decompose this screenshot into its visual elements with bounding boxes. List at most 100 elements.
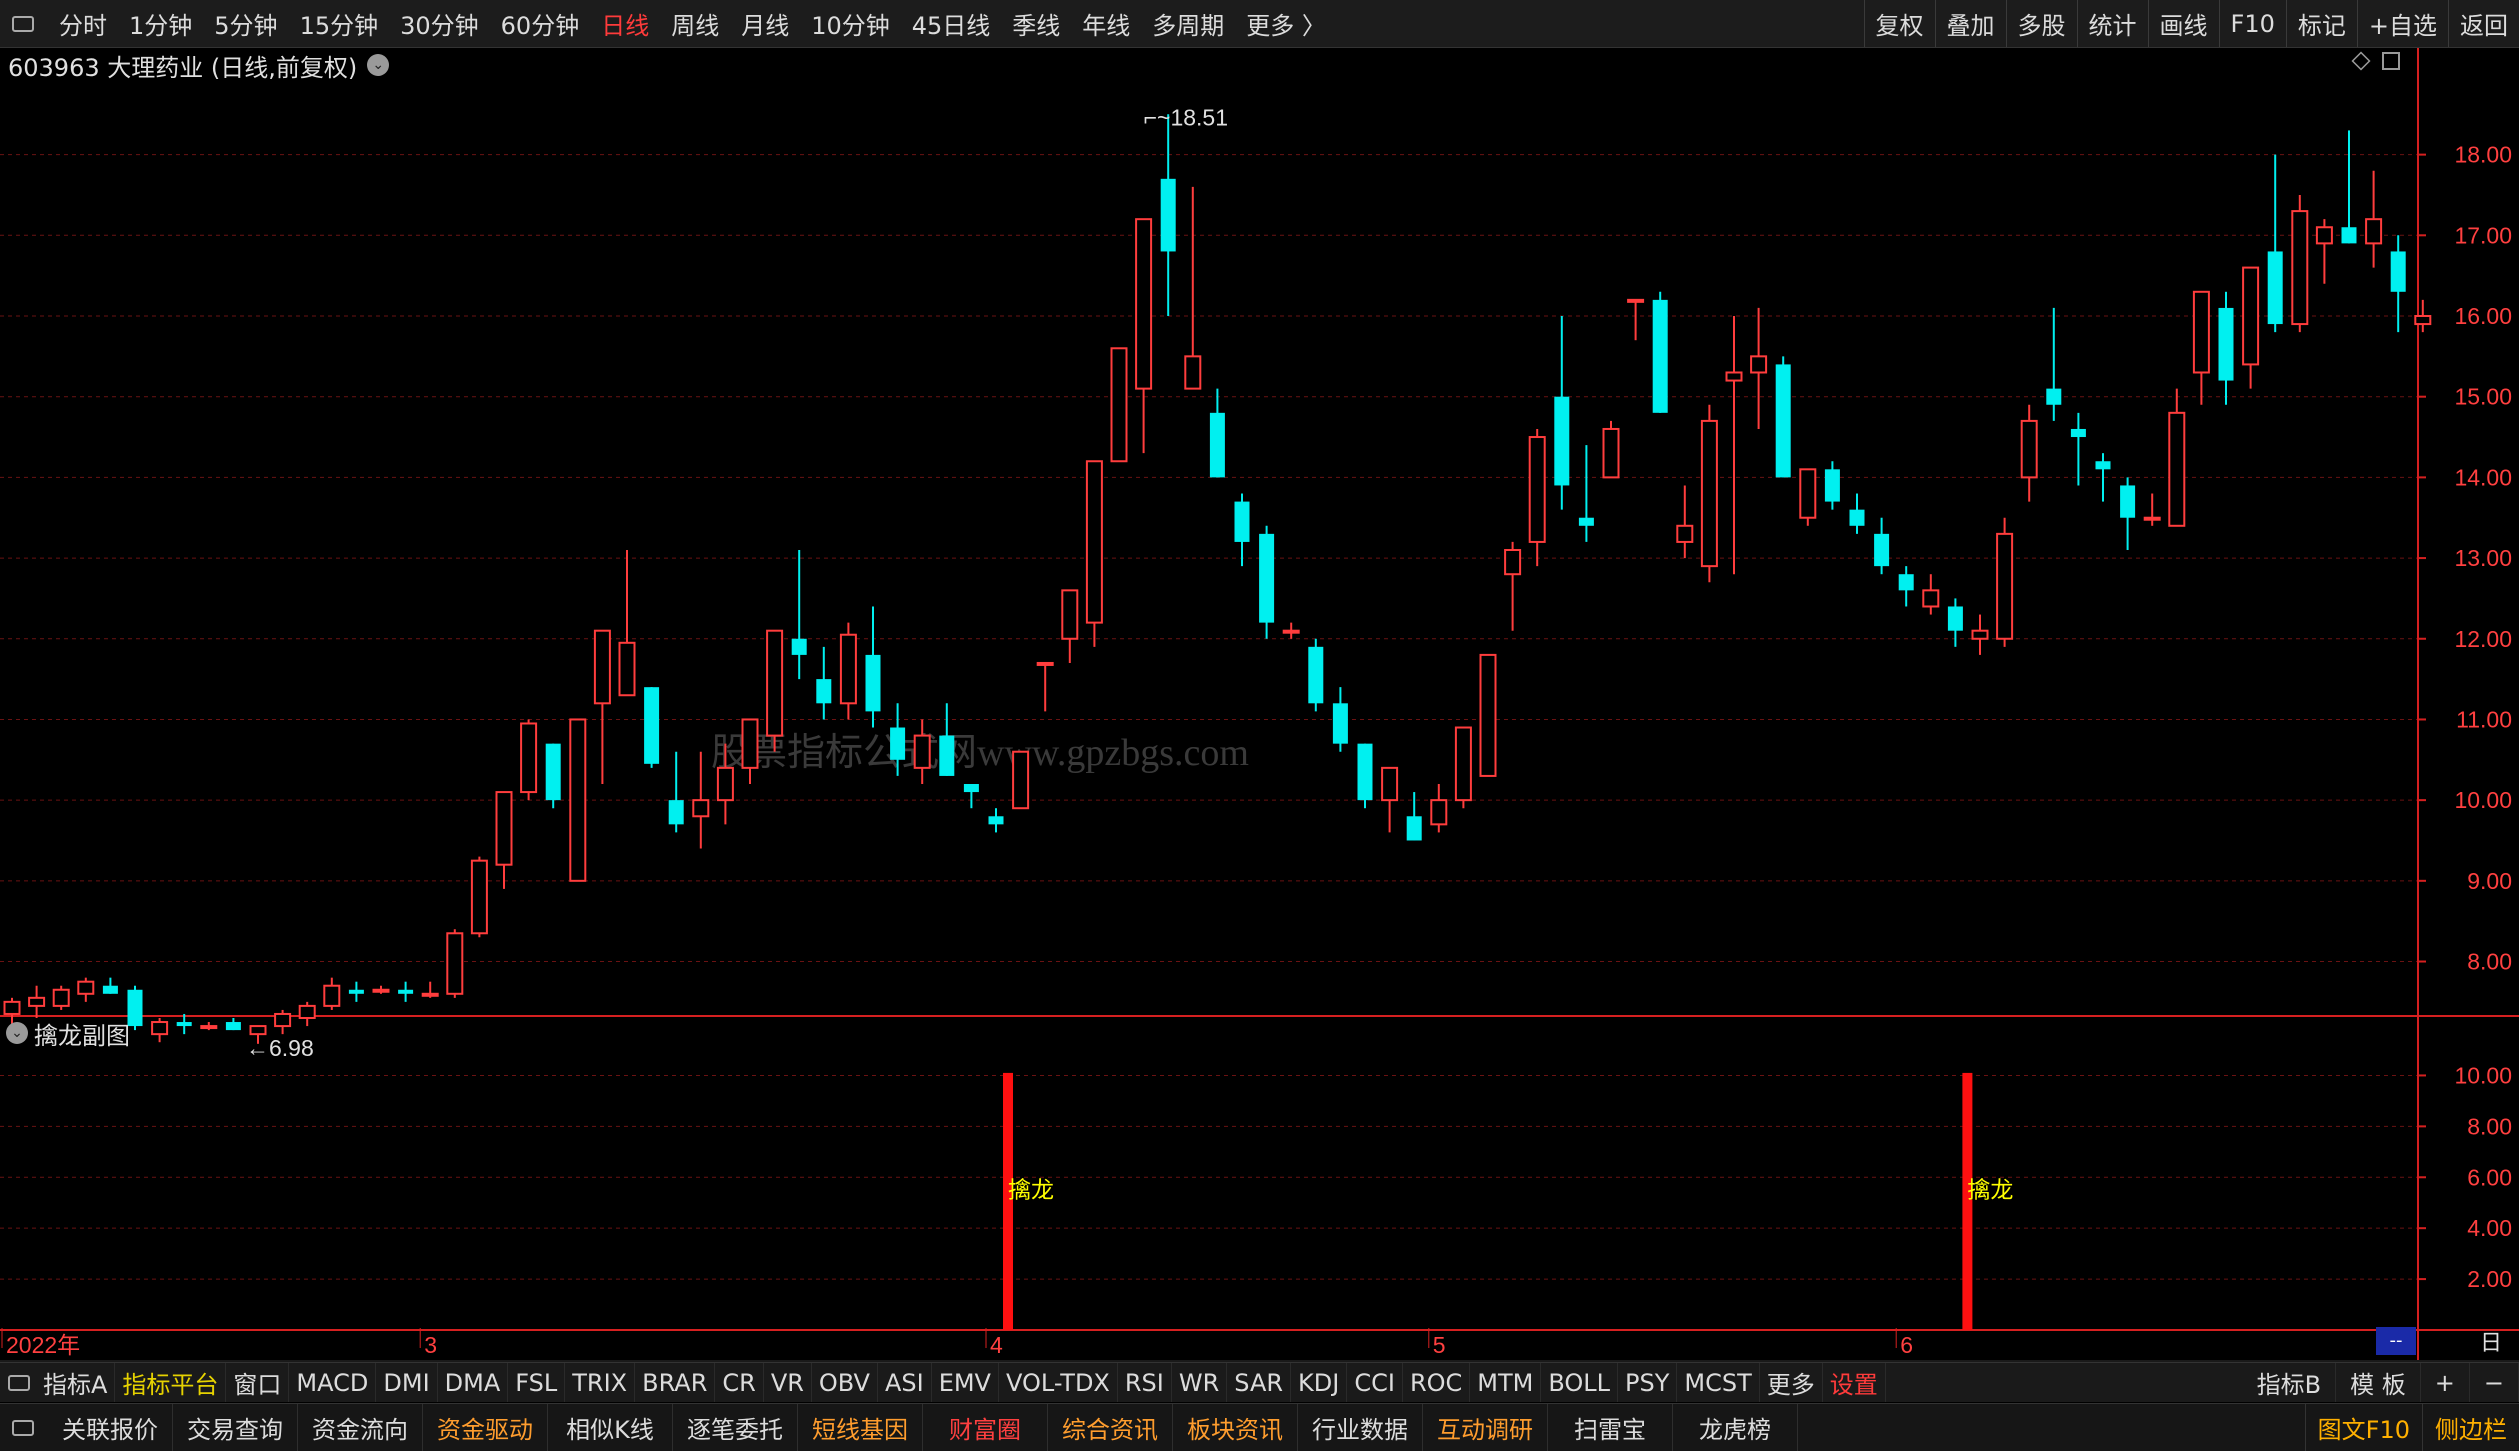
x-tick-label: 2022年 <box>6 1332 80 1358</box>
signal-label: 擒龙 <box>1967 1178 2013 1204</box>
candle-body-up <box>421 992 439 997</box>
indicator-tab[interactable]: RSI <box>1118 1363 1172 1402</box>
info-button[interactable]: 资金流向 <box>298 1404 423 1451</box>
candle-body-down <box>102 985 118 994</box>
y-tick-label: 15.00 <box>2454 384 2512 410</box>
indicator-tab[interactable]: EMV <box>932 1363 999 1402</box>
candle-body-up <box>495 791 513 866</box>
y-tick-label: 12.00 <box>2454 626 2512 652</box>
candle-body-down <box>545 743 561 801</box>
indicator-tab[interactable]: FSL <box>508 1363 566 1402</box>
indicator-tab[interactable]: 指标平台 <box>115 1363 227 1402</box>
x-tick-label: 6 <box>1900 1332 1913 1358</box>
info-button[interactable]: 相似K线 <box>548 1404 673 1451</box>
indicator-tab[interactable]: BRAR <box>635 1363 716 1402</box>
info-button[interactable]: 财富圈 <box>923 1404 1048 1451</box>
indicator-tab[interactable]: TRIX <box>565 1363 636 1402</box>
candle-body-up <box>1381 766 1399 802</box>
info-button[interactable]: 逐笔委托 <box>673 1404 798 1451</box>
candle-body-down <box>2046 388 2062 405</box>
candle-body-up <box>52 988 70 1007</box>
candle-body-up <box>2143 516 2161 521</box>
candle-body-up <box>1922 589 1940 608</box>
indicator-tab[interactable]: DMI <box>376 1363 438 1402</box>
candle-body-up <box>2365 218 2383 245</box>
candle-body-up <box>913 734 931 769</box>
candle-body-up <box>1627 298 1645 303</box>
indicator-tab[interactable]: 窗口 <box>226 1363 290 1402</box>
candle-body-up <box>446 932 464 995</box>
indicator-tab[interactable]: MACD <box>289 1363 377 1402</box>
candle-body-down <box>348 989 364 994</box>
info-button[interactable]: 综合资讯 <box>1048 1404 1173 1451</box>
indicator-tab[interactable]: MCST <box>1677 1363 1760 1402</box>
candle-body-up <box>323 984 341 1007</box>
info-button[interactable]: 资金驱动 <box>423 1404 548 1451</box>
candle-body-up <box>151 1021 169 1036</box>
indicator-tab[interactable]: DMA <box>438 1363 509 1402</box>
info-button[interactable]: 关联报价 <box>48 1404 173 1451</box>
indicator-tab[interactable]: VR <box>764 1363 812 1402</box>
candle-body-up <box>1504 549 1522 576</box>
info-button[interactable]: 短线基因 <box>798 1404 923 1451</box>
indicator-tab[interactable]: ROC <box>1403 1363 1471 1402</box>
indicator-tab[interactable]: OBV <box>812 1363 878 1402</box>
candle-body-up <box>2168 411 2186 527</box>
window-icon[interactable] <box>12 1419 34 1436</box>
indicator-tab[interactable]: WR <box>1172 1363 1228 1402</box>
window-icon[interactable] <box>8 1374 30 1391</box>
candle-body-up <box>2414 315 2432 326</box>
candle-body-up <box>1430 799 1448 826</box>
candle-body-up <box>1454 726 1472 802</box>
candle-body-up <box>1971 629 1989 640</box>
indicator-tab[interactable]: PSY <box>1618 1363 1678 1402</box>
candle-body-down <box>2120 485 2136 518</box>
y-tick-label: 10.00 <box>2454 787 2512 813</box>
candle-body-up <box>839 633 857 705</box>
indicator-tool-button[interactable]: + <box>2421 1363 2470 1402</box>
y-tick-label: 13.00 <box>2454 545 2512 571</box>
cursor-readout: -- <box>2376 1327 2416 1355</box>
candle-body-down <box>1947 606 1963 631</box>
sub-chart-title-bar: ⌄ 擒龙副图 <box>0 1016 130 1050</box>
chevron-down-icon[interactable]: ⌄ <box>6 1022 28 1044</box>
candle-body-down <box>939 735 955 776</box>
candle-body-down <box>1234 501 1250 542</box>
candle-body-up <box>593 629 611 705</box>
info-right-button[interactable]: 图文F10 <box>2304 1404 2422 1451</box>
indicator-tab[interactable]: ASI <box>878 1363 932 1402</box>
y-tick-label: 11.00 <box>2456 706 2512 732</box>
indicator-tool-button[interactable]: 指标B <box>2243 1363 2337 1402</box>
info-right-button[interactable]: 侧边栏 <box>2422 1404 2519 1451</box>
indicator-tabs: 指标A 指标平台 窗口 MACD DMI DMA FSL TRIX BRAR CR VR OBV ASI… <box>36 1363 1886 1402</box>
info-button[interactable]: 龙虎榜 <box>1673 1404 1798 1451</box>
candle-body-up <box>77 980 95 995</box>
indicator-tool-button[interactable]: − <box>2470 1363 2519 1402</box>
indicator-tab[interactable]: VOL-TDX <box>999 1363 1118 1402</box>
y-tick-label: 17.00 <box>2454 222 2512 248</box>
indicator-tab[interactable]: 指标A <box>36 1363 116 1402</box>
low-price-label: ←6.98 <box>246 1035 314 1061</box>
indicator-tab[interactable]: 设置 <box>1823 1363 1886 1402</box>
info-button[interactable]: 扫雷宝 <box>1548 1404 1673 1451</box>
candle-body-down <box>1554 396 1570 486</box>
indicator-tab[interactable]: SAR <box>1227 1363 1292 1402</box>
info-button[interactable]: 互动调研 <box>1423 1404 1548 1451</box>
indicator-tab[interactable]: CCI <box>1347 1363 1403 1402</box>
indicator-tool-button[interactable]: 模 板 <box>2336 1363 2421 1402</box>
indicator-tab[interactable]: 更多 <box>1760 1363 1823 1402</box>
indicator-tab[interactable]: MTM <box>1470 1363 1542 1402</box>
info-button[interactable]: 行业数据 <box>1298 1404 1423 1451</box>
info-button[interactable]: 板块资讯 <box>1173 1404 1298 1451</box>
indicator-tab[interactable]: CR <box>715 1363 764 1402</box>
info-button[interactable]: 交易查询 <box>173 1404 298 1451</box>
kline-chart[interactable]: 8.00 9.00 10.00 11.00 12.00 13.00 14.00 15.00 16… <box>0 0 2519 1362</box>
y-tick-label: 2.00 <box>2467 1266 2512 1292</box>
candle-body-up <box>274 1012 292 1028</box>
x-tick-label: 3 <box>424 1332 437 1358</box>
x-tick-label: 5 <box>1433 1332 1446 1358</box>
indicator-tab[interactable]: BOLL <box>1541 1363 1619 1402</box>
candle-body-up <box>200 1025 218 1030</box>
indicator-tab[interactable]: KDJ <box>1291 1363 1348 1402</box>
candle-body-up <box>1061 589 1079 640</box>
